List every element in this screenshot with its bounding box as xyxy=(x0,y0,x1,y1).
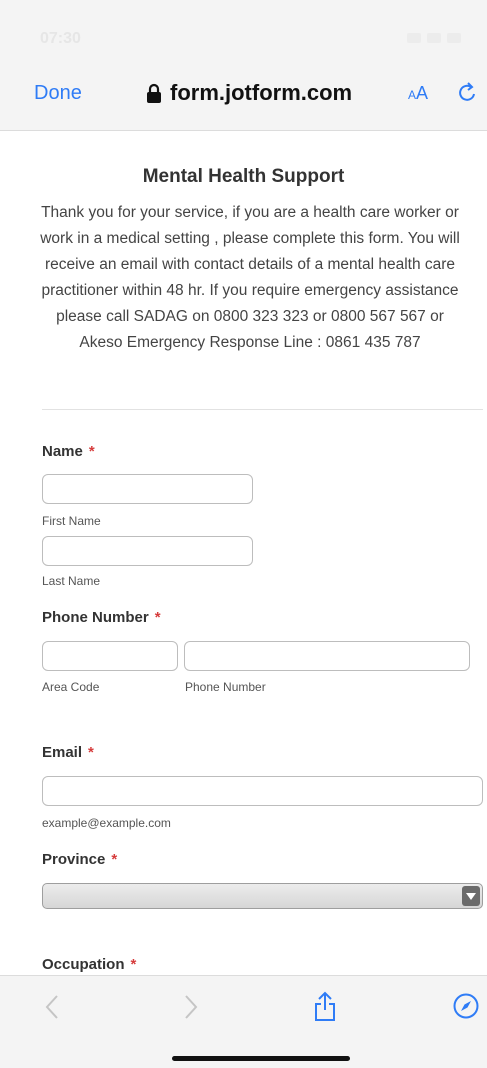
text-size-button[interactable]: AA xyxy=(408,83,428,104)
status-time: 07:30 xyxy=(40,30,81,47)
first-name-sublabel: First Name xyxy=(42,514,101,528)
share-icon[interactable] xyxy=(313,990,337,1027)
text-size-large-a: A xyxy=(416,83,429,103)
last-name-sublabel: Last Name xyxy=(42,574,101,588)
occupation-label: Occupation * xyxy=(42,956,137,973)
status-icons xyxy=(407,33,461,43)
lock-icon xyxy=(146,83,162,103)
divider xyxy=(42,409,483,410)
form-page: Mental Health Support Thank you for your… xyxy=(0,130,487,982)
name-label: Name * xyxy=(42,443,95,460)
email-input[interactable] xyxy=(42,776,483,806)
form-title: Mental Health Support xyxy=(142,166,345,187)
required-asterisk: * xyxy=(111,851,118,868)
email-sublabel: example@example.com xyxy=(42,816,171,830)
reload-icon[interactable] xyxy=(458,82,478,109)
forward-icon[interactable] xyxy=(183,994,199,1025)
first-name-input[interactable] xyxy=(42,474,253,504)
phone-label: Phone Number * xyxy=(42,609,161,626)
required-asterisk: * xyxy=(88,744,94,761)
province-select[interactable] xyxy=(42,883,483,909)
address-bar[interactable]: form.jotform.com xyxy=(146,80,352,106)
phone-number-sublabel: Phone Number xyxy=(185,680,266,694)
required-asterisk: * xyxy=(130,956,137,973)
status-bar: 07:30 xyxy=(0,0,487,68)
area-code-input[interactable] xyxy=(42,641,178,671)
signal-icon xyxy=(407,33,421,43)
browser-nav-bar: Done form.jotform.com AA xyxy=(0,68,487,131)
province-label: Province * xyxy=(42,851,118,868)
battery-icon xyxy=(447,33,461,43)
url-text: form.jotform.com xyxy=(170,80,353,105)
wifi-icon xyxy=(427,33,441,43)
browser-toolbar xyxy=(0,975,487,1068)
home-indicator xyxy=(172,1056,350,1061)
back-icon[interactable] xyxy=(44,994,60,1025)
form-description: Thank you for your service, if you are a… xyxy=(40,204,460,351)
required-asterisk: * xyxy=(154,609,161,626)
area-code-sublabel: Area Code xyxy=(42,680,100,694)
compass-icon[interactable] xyxy=(453,993,479,1024)
last-name-input[interactable] xyxy=(42,536,253,566)
done-button[interactable]: Done xyxy=(34,82,82,105)
chevron-down-icon xyxy=(462,886,480,906)
text-size-small-a: A xyxy=(408,88,417,102)
phone-number-input[interactable] xyxy=(184,641,470,671)
email-label: Email * xyxy=(42,744,94,761)
required-asterisk: * xyxy=(88,443,95,460)
